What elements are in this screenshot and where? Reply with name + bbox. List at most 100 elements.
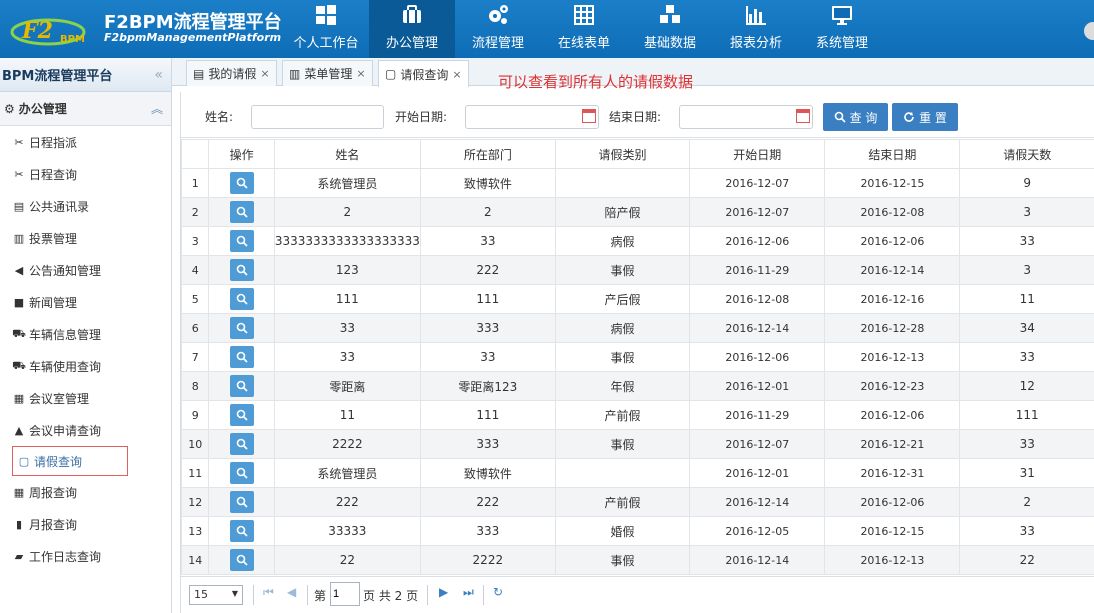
sidebar-item-label: 周报查询	[29, 485, 78, 500]
column-header[interactable]: 结束日期	[824, 139, 961, 169]
sidebar-item-vehicle-info[interactable]: ⛟ 车辆信息管理	[0, 318, 171, 350]
sidebar-collapse-icon[interactable]: «	[154, 67, 163, 83]
sidebar-item-label: 日程查询	[29, 167, 78, 182]
close-icon[interactable]: ×	[260, 67, 269, 80]
tab-my-leave[interactable]: ▤ 我的请假 ×	[186, 60, 277, 86]
column-header[interactable]: 请假类别	[554, 139, 691, 169]
last-page-icon[interactable]: ⏭	[463, 585, 474, 600]
operation-cell	[208, 545, 275, 575]
nav-item-workbench[interactable]: 个人工作台	[283, 0, 369, 58]
nav-item-reports[interactable]: 报表分析	[713, 0, 799, 58]
view-button[interactable]	[229, 201, 254, 223]
table-row[interactable]: 2 2 2 陪产假 2016-12-07 2016-12-08 3	[181, 197, 1094, 227]
sidebar-item-news[interactable]: ■ 新闻管理	[0, 286, 171, 318]
user-menu-icon[interactable]	[1084, 22, 1094, 40]
view-button[interactable]	[229, 230, 254, 252]
sidebar-item-label: 请假查询	[34, 454, 83, 469]
tab-leave-query[interactable]: ▢ 请假查询 ×	[378, 60, 469, 87]
view-button[interactable]	[229, 433, 254, 455]
sidebar-item-vehicle-usage[interactable]: ⛟ 车辆使用查询	[0, 350, 171, 382]
search-icon	[834, 111, 846, 123]
nav-item-office[interactable]: 办公管理	[369, 0, 455, 58]
leave-days-cell: 33	[959, 342, 1094, 372]
sidebar-item-meeting-room[interactable]: ▦ 会议室管理	[0, 382, 171, 414]
row-number-cell: 6	[181, 313, 210, 343]
view-button[interactable]	[229, 375, 254, 397]
row-number-cell: 4	[181, 255, 210, 285]
table-row[interactable]: 11 系统管理员 致博软件 2016-12-01 2016-12-31 31	[181, 458, 1094, 488]
sidebar-item-label: 月报查询	[29, 517, 78, 532]
view-button[interactable]	[229, 549, 254, 571]
table-row[interactable]: 4 123 222 事假 2016-11-29 2016-12-14 3	[181, 255, 1094, 285]
close-icon[interactable]: ×	[452, 68, 461, 81]
nav-item-system[interactable]: 系统管理	[799, 0, 885, 58]
sidebar-item-monthly-report[interactable]: ▮ 月报查询	[0, 508, 171, 540]
nav-item-process[interactable]: 流程管理	[455, 0, 541, 58]
nav-item-basedata[interactable]: 基础数据	[627, 0, 713, 58]
next-page-icon[interactable]: ▶	[439, 585, 448, 599]
sidebar-item-weekly-report[interactable]: ▦ 周报查询	[0, 476, 171, 508]
table-row[interactable]: 8 零距离 零距离123 年假 2016-12-01 2016-12-23 12	[181, 371, 1094, 401]
sidebar-item-notices[interactable]: ◀ 公告通知管理	[0, 254, 171, 286]
table-row[interactable]: 3 3333333333333333333 33 病假 2016-12-06 2016-1…	[181, 226, 1094, 256]
calendar-icon[interactable]	[582, 109, 596, 123]
chevron-down-icon: ▼	[231, 589, 238, 598]
leave-query-panel: 姓名: 开始日期: 结束日期: 查 询 重 置 操作 姓名 所在部门 请假类别 …	[180, 92, 1094, 613]
close-icon[interactable]: ×	[356, 67, 365, 80]
column-header[interactable]: 姓名	[273, 139, 421, 169]
table-row[interactable]: 12 222 222 产前假 2016-12-14 2016-12-06 2	[181, 487, 1094, 517]
sidebar-item-meeting-request[interactable]: ▲ 会议申请查询	[0, 414, 171, 446]
view-button[interactable]	[229, 259, 254, 281]
table-row[interactable]: 5 111 111 产后假 2016-12-08 2016-12-16 11	[181, 284, 1094, 314]
sidebar-item-leave-query[interactable]: ▢ 请假查询	[12, 446, 128, 476]
nav-item-forms[interactable]: 在线表单	[541, 0, 627, 58]
column-header[interactable]: 所在部门	[419, 139, 556, 169]
leave-type-cell	[554, 168, 691, 198]
view-button[interactable]	[229, 462, 254, 484]
start-date-input[interactable]	[465, 105, 599, 129]
department-cell: 零距离123	[419, 371, 556, 401]
cubes-icon	[660, 5, 680, 23]
view-button[interactable]	[229, 491, 254, 513]
table-row[interactable]: 10 2222 333 事假 2016-12-07 2016-12-21 33	[181, 429, 1094, 459]
first-page-icon[interactable]: ⏮	[263, 585, 274, 600]
view-button[interactable]	[229, 317, 254, 339]
chevron-up-icon[interactable]: ︽	[151, 100, 163, 117]
view-button[interactable]	[229, 288, 254, 310]
table-row[interactable]: 6 33 333 病假 2016-12-14 2016-12-28 34	[181, 313, 1094, 343]
sidebar-item-work-log[interactable]: ▰ 工作日志查询	[0, 540, 171, 572]
table-row[interactable]: 7 33 33 事假 2016-12-06 2016-12-13 33	[181, 342, 1094, 372]
sidebar-item-address-book[interactable]: ▤ 公共通讯录	[0, 190, 171, 222]
column-header[interactable]: 请假天数	[959, 139, 1094, 169]
prev-page-icon[interactable]: ◀	[287, 585, 296, 599]
sidebar-group-office[interactable]: ⚙ 办公管理 ︽	[0, 92, 171, 126]
table-row[interactable]: 1 系统管理员 致博软件 2016-12-07 2016-12-15 9	[181, 168, 1094, 198]
reset-button[interactable]: 重 置	[892, 103, 958, 131]
start-date-cell: 2016-11-29	[689, 255, 826, 285]
end-date-input[interactable]	[679, 105, 813, 129]
table-row[interactable]: 9 11 111 产前假 2016-11-29 2016-12-06 111	[181, 400, 1094, 430]
view-button[interactable]	[229, 404, 254, 426]
refresh-icon[interactable]: ↻	[493, 585, 503, 599]
view-button[interactable]	[229, 346, 254, 368]
search-icon	[236, 380, 248, 392]
name-input[interactable]	[251, 105, 384, 129]
search-icon	[236, 235, 248, 247]
view-button[interactable]	[229, 520, 254, 542]
page-size-select[interactable]: 15 ▼	[189, 585, 243, 605]
query-button[interactable]: 查 询	[823, 103, 888, 131]
sidebar-item-votes[interactable]: ▥ 投票管理	[0, 222, 171, 254]
table-row[interactable]: 13 33333 333 婚假 2016-12-05 2016-12-15 33	[181, 516, 1094, 546]
leave-type-cell: 事假	[554, 545, 691, 575]
table-row[interactable]: 14 22 2222 事假 2016-12-14 2016-12-13 22	[181, 545, 1094, 575]
sidebar-item-schedule-assign[interactable]: ✂ 日程指派	[0, 126, 171, 158]
calendar-icon[interactable]	[796, 109, 810, 123]
sidebar-item-schedule-query[interactable]: ✂ 日程查询	[0, 158, 171, 190]
column-header[interactable]: 开始日期	[689, 139, 826, 169]
end-date-cell: 2016-12-15	[824, 516, 961, 546]
table-row[interactable]: 15	[181, 574, 1094, 575]
applicant-name-cell: 22	[273, 545, 421, 575]
view-button[interactable]	[229, 172, 254, 194]
tab-menu-management[interactable]: ▥ 菜单管理 ×	[282, 60, 373, 86]
page-number-input[interactable]	[330, 582, 360, 606]
